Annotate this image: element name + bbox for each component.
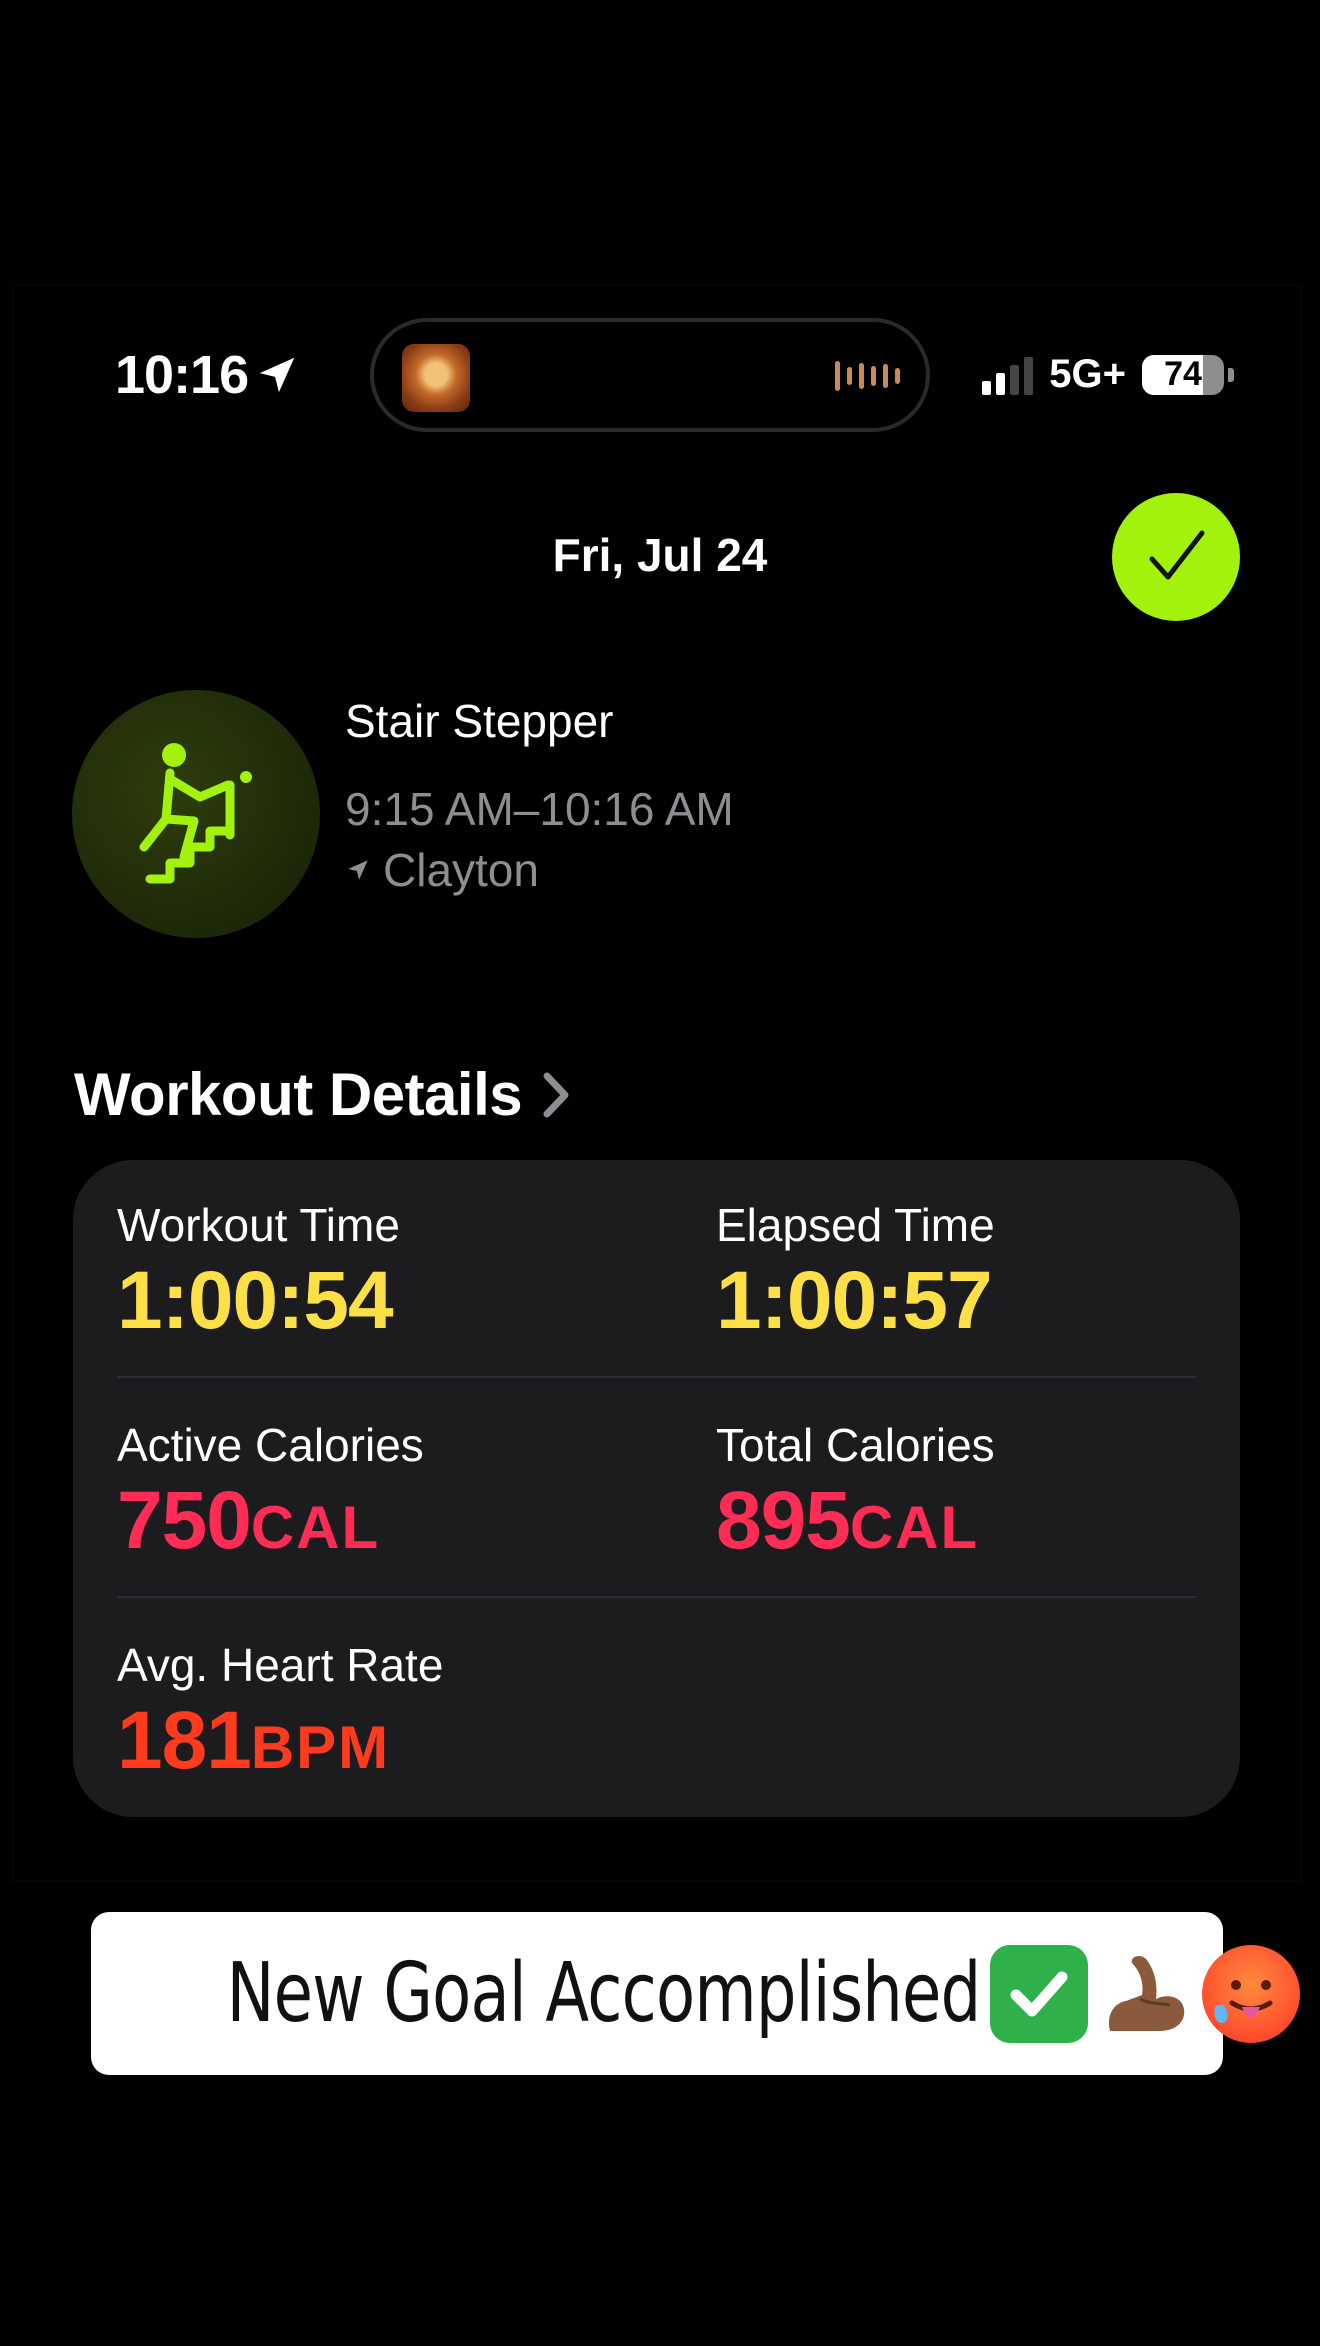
section-title: Workout Details	[74, 1061, 523, 1128]
stair-stepper-icon	[139, 743, 252, 884]
metric-label: Avg. Heart Rate	[117, 1639, 444, 1691]
workout-type-badge	[72, 690, 320, 938]
location-arrow-icon	[259, 357, 295, 393]
location-arrow-icon	[348, 860, 368, 880]
metric-label: Workout Time	[117, 1199, 400, 1251]
workout-details-card[interactable]: Workout Time 1:00:54 Elapsed Time 1:00:5…	[73, 1160, 1240, 1817]
metric-number: 181	[117, 1695, 252, 1786]
metric-elapsed-time: Elapsed Time 1:00:57	[716, 1198, 995, 1348]
workout-timespan: 9:15 AM–10:16 AM	[345, 783, 734, 835]
battery-level: 74	[1164, 355, 1202, 393]
metric-avg-heart-rate: Avg. Heart Rate 181BPM	[117, 1638, 443, 1788]
metric-unit: CAL	[849, 1494, 980, 1561]
metric-label: Active Calories	[117, 1419, 424, 1471]
battery-icon: 74	[1142, 354, 1224, 395]
checkmark-icon	[1149, 530, 1205, 580]
workout-details-link[interactable]: Workout Details	[74, 1060, 570, 1129]
dynamic-island[interactable]	[370, 318, 930, 432]
hot-face-emoji-icon	[1202, 1944, 1301, 2043]
metric-total-calories: Total Calories 895CAL	[716, 1418, 995, 1568]
audio-waveform-icon	[835, 356, 900, 396]
metric-number: 895	[716, 1475, 851, 1566]
flexed-biceps-emoji-icon	[1096, 1945, 1194, 2043]
metric-number: 1:00:54	[117, 1255, 394, 1346]
metric-unit: BPM	[250, 1714, 391, 1781]
metric-workout-time: Workout Time 1:00:54	[117, 1198, 400, 1348]
now-playing-album-art[interactable]	[402, 344, 470, 412]
metric-value: 1:00:57	[716, 1254, 995, 1348]
workout-name: Stair Stepper	[345, 695, 614, 747]
metric-unit: CAL	[250, 1494, 381, 1561]
metric-number: 750	[117, 1475, 252, 1566]
location-name: Clayton	[383, 844, 539, 896]
metric-value: 750CAL	[117, 1474, 424, 1568]
battery-tip	[1228, 367, 1234, 382]
chevron-right-icon	[543, 1072, 569, 1117]
check-mark-emoji-icon	[990, 1944, 1089, 2043]
divider	[117, 1596, 1196, 1598]
workout-location: Clayton	[345, 843, 539, 897]
metric-active-calories: Active Calories 750CAL	[117, 1418, 424, 1568]
metric-value: 895CAL	[716, 1474, 995, 1568]
status-time: 10:16	[115, 344, 300, 406]
status-time-text: 10:16	[115, 345, 249, 405]
caption-text: New Goal Accomplished	[226, 1946, 981, 2041]
done-button[interactable]	[1112, 493, 1240, 621]
story-caption[interactable]: New Goal Accomplished	[91, 1912, 1301, 2075]
metric-value: 1:00:54	[117, 1254, 400, 1348]
metric-value: 181BPM	[117, 1694, 443, 1788]
metric-number: 1:00:57	[716, 1255, 993, 1346]
metric-label: Total Calories	[716, 1419, 995, 1471]
cellular-signal-icon	[982, 355, 1034, 395]
metric-label: Elapsed Time	[716, 1199, 995, 1251]
caption-emojis	[990, 1944, 1301, 2043]
network-type: 5G+	[1049, 352, 1126, 396]
divider	[117, 1376, 1196, 1378]
status-indicators: 5G+ 74	[982, 352, 1234, 397]
